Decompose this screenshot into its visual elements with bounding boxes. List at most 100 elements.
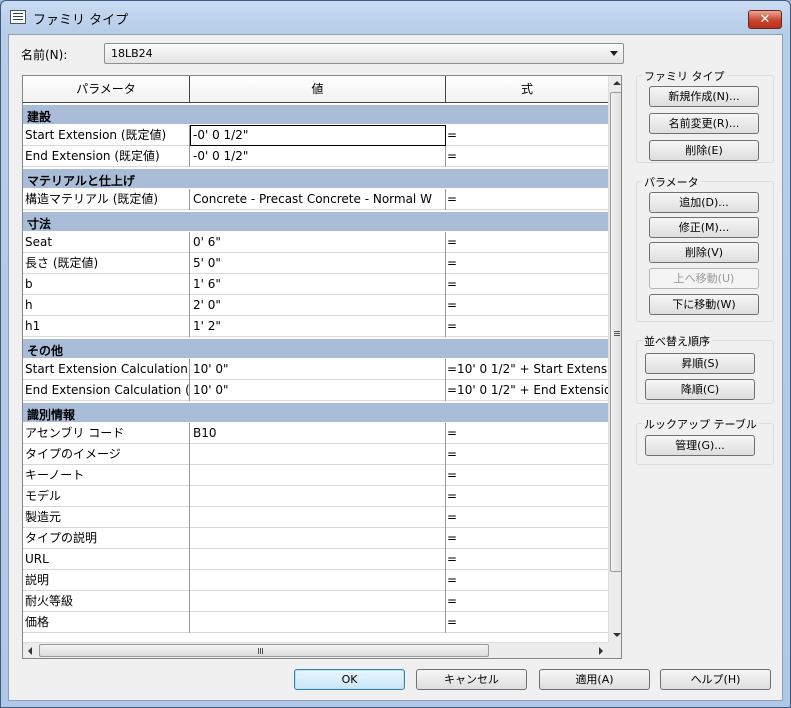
parameter-value-cell[interactable] — [190, 570, 446, 591]
group-header-row[interactable]: 寸法 — [23, 210, 608, 232]
parameter-value-cell[interactable]: -0' 0 1/2" — [190, 125, 446, 146]
parameter-row[interactable]: 長さ (既定値) 5' 0" = — [23, 253, 608, 274]
parameter-formula-cell[interactable]: = — [446, 253, 608, 274]
parameter-formula-cell[interactable]: = — [446, 146, 608, 167]
vertical-scroll-thumb[interactable] — [610, 92, 621, 572]
scroll-down-icon[interactable] — [613, 633, 621, 637]
ok-button[interactable]: OK — [294, 669, 405, 690]
parameter-row[interactable]: Start Extension (既定値) -0' 0 1/2" = — [23, 125, 608, 146]
parameter-formula-cell[interactable]: = — [446, 232, 608, 253]
remove-parameter-button[interactable]: 削除(V) — [649, 242, 759, 263]
move-up-button[interactable]: 上へ移動(U) — [649, 268, 759, 289]
parameter-value-cell[interactable]: B10 — [190, 423, 446, 444]
parameter-row[interactable]: タイプのイメージ = — [23, 444, 608, 465]
parameter-row[interactable]: End Extension (既定値) -0' 0 1/2" = — [23, 146, 608, 167]
parameter-row[interactable]: アセンブリ コード B10 = — [23, 423, 608, 444]
move-down-button[interactable]: 下に移動(W) — [649, 294, 759, 315]
parameter-value-cell[interactable]: -0' 0 1/2" — [190, 146, 446, 167]
parameter-name-cell: モデル — [23, 486, 190, 507]
horizontal-scroll-thumb[interactable] — [39, 644, 489, 657]
group-header-row[interactable]: 建設 — [23, 103, 608, 125]
parameter-value-cell[interactable] — [190, 528, 446, 549]
parameter-row[interactable]: h1 1' 2" = — [23, 316, 608, 337]
header-parameter[interactable]: パラメータ — [23, 76, 190, 103]
parameter-value-cell[interactable] — [190, 444, 446, 465]
parameter-formula-cell[interactable]: = — [446, 423, 608, 444]
name-label: 名前(N): — [21, 48, 68, 62]
cancel-button[interactable]: キャンセル — [416, 669, 527, 690]
parameter-row[interactable]: URL = — [23, 549, 608, 570]
new-type-button[interactable]: 新規作成(N)... — [649, 86, 759, 107]
parameter-row[interactable]: 耐火等級 = — [23, 591, 608, 612]
parameter-row[interactable]: タイプの説明 = — [23, 528, 608, 549]
parameter-value-cell[interactable]: 5' 0" — [190, 253, 446, 274]
delete-type-button[interactable]: 削除(E) — [649, 140, 759, 161]
parameter-formula-cell[interactable]: = — [446, 570, 608, 591]
parameter-formula-cell[interactable]: = — [446, 507, 608, 528]
header-value[interactable]: 値 — [190, 76, 446, 103]
scroll-up-icon[interactable] — [613, 81, 621, 85]
parameter-value-cell[interactable]: 2' 0" — [190, 295, 446, 316]
parameter-formula-cell[interactable]: = — [446, 549, 608, 570]
parameter-name-cell: 耐火等級 — [23, 591, 190, 612]
parameter-formula-cell[interactable]: = — [446, 274, 608, 295]
type-name-combobox[interactable]: 18LB24 — [104, 43, 624, 64]
parameter-formula-cell[interactable]: = — [446, 316, 608, 337]
title-bar[interactable]: ファミリ タイプ ✕ — [1, 1, 790, 33]
parameter-row[interactable]: 説明 = — [23, 570, 608, 591]
parameter-row[interactable]: モデル = — [23, 486, 608, 507]
parameter-value-cell[interactable]: 10' 0" — [190, 359, 446, 380]
parameter-value-cell[interactable]: 1' 2" — [190, 316, 446, 337]
group-header-row[interactable]: マテリアルと仕上げ — [23, 167, 608, 189]
parameter-formula-cell[interactable]: = — [446, 591, 608, 612]
parameter-value-cell[interactable] — [190, 612, 446, 633]
parameter-row[interactable]: h 2' 0" = — [23, 295, 608, 316]
parameter-row[interactable]: Seat 0' 6" = — [23, 232, 608, 253]
close-button[interactable]: ✕ — [748, 10, 782, 29]
sort-order-group-title: 並べ替え順序 — [642, 333, 712, 349]
scroll-left-icon[interactable] — [28, 647, 32, 655]
scroll-right-icon[interactable] — [599, 647, 603, 655]
parameter-value-cell[interactable]: Concrete - Precast Concrete - Normal W — [190, 189, 446, 210]
add-parameter-button[interactable]: 追加(D)... — [649, 192, 759, 213]
parameter-value-cell[interactable]: 0' 6" — [190, 232, 446, 253]
modify-parameter-button[interactable]: 修正(M)... — [649, 217, 759, 238]
parameter-formula-cell[interactable]: = — [446, 465, 608, 486]
parameter-row[interactable]: b 1' 6" = — [23, 274, 608, 295]
parameter-value-cell[interactable] — [190, 486, 446, 507]
parameter-formula-cell[interactable]: = — [446, 444, 608, 465]
parameter-formula-cell[interactable]: = — [446, 612, 608, 633]
parameter-formula-cell[interactable]: =10' 0 1/2" + End Extensio — [446, 380, 608, 401]
parameter-formula-cell[interactable]: = — [446, 528, 608, 549]
header-formula[interactable]: 式 — [446, 76, 608, 103]
parameter-formula-cell[interactable]: = — [446, 486, 608, 507]
parameter-formula-cell[interactable]: =10' 0 1/2" + Start Extens — [446, 359, 608, 380]
parameter-grid: パラメータ 値 式 建設 Start Extension (既定値) -0' 0 1… — [22, 75, 622, 659]
parameter-value-cell[interactable] — [190, 549, 446, 570]
parameter-value-cell[interactable]: 1' 6" — [190, 274, 446, 295]
sort-descending-button[interactable]: 降順(C) — [645, 379, 755, 400]
scroll-corner — [608, 642, 621, 658]
parameter-formula-cell[interactable]: = — [446, 295, 608, 316]
parameter-value-cell[interactable] — [190, 465, 446, 486]
parameter-row[interactable]: 製造元 = — [23, 507, 608, 528]
parameter-formula-cell[interactable]: = — [446, 125, 608, 146]
parameter-row[interactable]: Start Extension Calculation 10' 0" =10' 0 … — [23, 359, 608, 380]
group-header-row[interactable]: 識別情報 — [23, 401, 608, 423]
horizontal-scrollbar[interactable] — [23, 642, 608, 658]
parameter-formula-cell[interactable]: = — [446, 189, 608, 210]
parameter-value-cell[interactable] — [190, 507, 446, 528]
sort-ascending-button[interactable]: 昇順(S) — [645, 353, 755, 374]
group-header-row[interactable]: その他 — [23, 337, 608, 359]
vertical-scrollbar[interactable] — [608, 76, 621, 642]
parameter-row[interactable]: 価格 = — [23, 612, 608, 633]
parameter-value-cell[interactable]: 10' 0" — [190, 380, 446, 401]
parameter-value-cell[interactable] — [190, 591, 446, 612]
help-button[interactable]: ヘルプ(H) — [660, 669, 771, 690]
manage-lookup-button[interactable]: 管理(G)... — [645, 435, 755, 456]
rename-type-button[interactable]: 名前変更(R)... — [649, 113, 759, 134]
parameter-row[interactable]: 構造マテリアル (既定値) Concrete - Precast Concrete… — [23, 189, 608, 210]
parameter-row[interactable]: End Extension Calculation (10' 0" =10' 0 … — [23, 380, 608, 401]
parameter-row[interactable]: キーノート = — [23, 465, 608, 486]
apply-button[interactable]: 適用(A) — [539, 669, 650, 690]
